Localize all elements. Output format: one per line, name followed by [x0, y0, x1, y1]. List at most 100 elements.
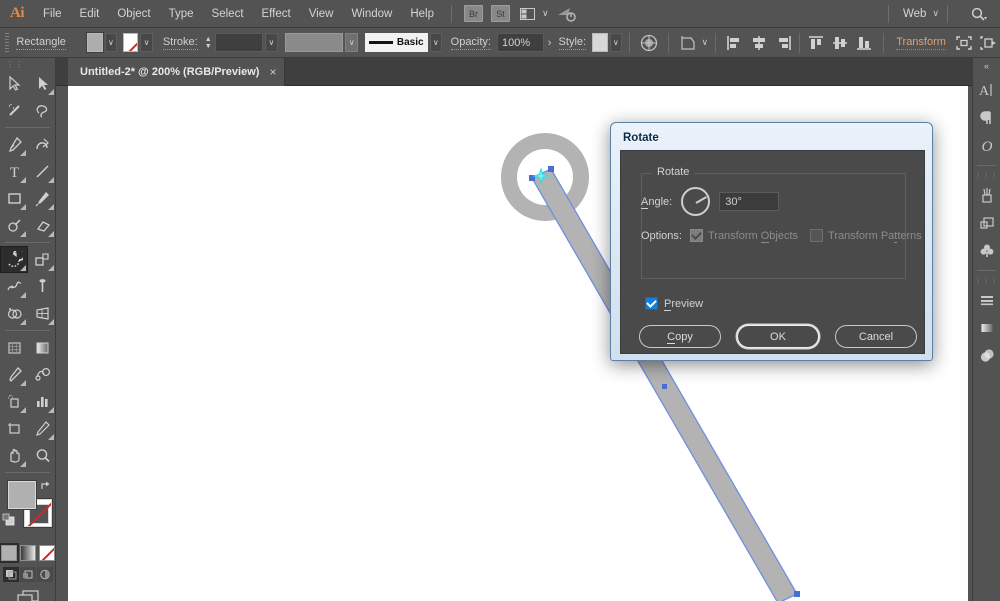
rectangle-tool[interactable]	[0, 185, 28, 212]
search-icon[interactable]	[964, 4, 994, 24]
align-bottom-icon[interactable]	[855, 32, 873, 53]
blend-tool[interactable]	[28, 361, 56, 388]
menu-window[interactable]: Window	[342, 0, 401, 28]
appearance-panel-button[interactable]	[973, 286, 1000, 314]
isolate-selected-icon[interactable]	[955, 32, 973, 53]
character-panel-button[interactable]: A	[973, 76, 1000, 104]
preview-checkbox[interactable]	[645, 297, 658, 310]
opacity-input[interactable]: 100%	[497, 33, 544, 52]
brush-dropdown-button[interactable]: ∨	[430, 33, 443, 52]
lasso-tool[interactable]	[28, 97, 56, 124]
transform-panel-link[interactable]: Transform	[896, 36, 946, 50]
fill-dropdown-button[interactable]: ∨	[105, 33, 118, 52]
hand-tool[interactable]	[0, 442, 28, 469]
draw-inside-button[interactable]	[37, 567, 53, 582]
stroke-weight-dropdown-button[interactable]: ∨	[265, 33, 278, 52]
width-tool[interactable]	[0, 273, 28, 300]
curvature-tool[interactable]	[28, 131, 56, 158]
document-tab[interactable]: Untitled-2* @ 200% (RGB/Preview) ×	[68, 58, 285, 86]
color-mode-button[interactable]	[1, 545, 17, 561]
shape-options-caret-icon[interactable]: ∨	[702, 37, 709, 48]
recolor-artwork-icon[interactable]	[640, 32, 658, 53]
stroke-profile-input[interactable]	[285, 33, 344, 52]
selection-tool[interactable]	[0, 70, 28, 97]
stroke-weight-input[interactable]	[215, 33, 263, 52]
cloud-sync-icon[interactable]	[556, 4, 578, 24]
cancel-button[interactable]: Cancel	[835, 325, 917, 348]
opacity-expand-arrow[interactable]: ›	[548, 37, 552, 49]
menu-effect[interactable]: Effect	[253, 0, 300, 28]
free-transform-tool[interactable]	[28, 273, 56, 300]
none-mode-button[interactable]	[39, 545, 55, 561]
scale-tool[interactable]	[28, 246, 56, 273]
shape-options-icon[interactable]	[679, 32, 697, 53]
stock-button[interactable]: St	[491, 5, 510, 22]
menu-view[interactable]: View	[300, 0, 343, 28]
magic-wand-tool[interactable]	[0, 97, 28, 124]
mesh-tool[interactable]	[0, 334, 28, 361]
pen-tool[interactable]	[0, 131, 28, 158]
copy-button[interactable]: Copy	[639, 325, 721, 348]
menu-object[interactable]: Object	[108, 0, 159, 28]
gradient-tool[interactable]	[28, 334, 56, 361]
align-vertical-center-icon[interactable]	[831, 32, 849, 53]
align-horizontal-center-icon[interactable]	[750, 32, 768, 53]
menu-select[interactable]: Select	[203, 0, 253, 28]
fill-color-box[interactable]	[8, 481, 36, 509]
tools-panel-grip[interactable]: ⋮⋮	[0, 58, 55, 70]
zoom-tool[interactable]	[28, 442, 56, 469]
close-icon[interactable]: ×	[269, 66, 276, 78]
rotate-dialog[interactable]: Rotate Rotate Angle: 30° Options: Transf…	[610, 122, 933, 361]
line-segment-tool[interactable]	[28, 158, 56, 185]
stroke-weight-stepper[interactable]: ▲▼	[204, 33, 213, 53]
slice-tool[interactable]	[28, 415, 56, 442]
menu-edit[interactable]: Edit	[71, 0, 109, 28]
angle-dial[interactable]	[681, 187, 710, 216]
arrange-caret-icon[interactable]: ∨	[542, 8, 549, 19]
direct-selection-tool[interactable]	[28, 70, 56, 97]
default-fill-stroke-icon[interactable]	[2, 513, 17, 533]
graphic-styles-panel-button[interactable]	[973, 237, 1000, 265]
rotate-tool[interactable]	[0, 246, 28, 273]
collapse-panels-button[interactable]: «	[973, 58, 1000, 74]
transparency-panel-button[interactable]	[973, 342, 1000, 370]
workspace-caret-icon[interactable]: ∨	[932, 8, 939, 19]
workspace-label[interactable]: Web	[897, 8, 926, 20]
column-graph-tool[interactable]	[28, 388, 56, 415]
stroke-color-swatch[interactable]	[123, 33, 138, 52]
change-screen-mode-button[interactable]	[15, 589, 41, 601]
brushes-panel-button[interactable]	[973, 181, 1000, 209]
draw-normal-button[interactable]	[3, 567, 19, 582]
perspective-grid-tool[interactable]	[28, 300, 56, 327]
paintbrush-tool[interactable]	[28, 185, 56, 212]
dock-group-grip[interactable]: ⋮⋮⋮	[973, 276, 1000, 286]
align-top-icon[interactable]	[807, 32, 825, 53]
stroke-dropdown-button[interactable]: ∨	[140, 33, 153, 52]
symbol-sprayer-tool[interactable]	[0, 388, 28, 415]
menu-type[interactable]: Type	[160, 0, 203, 28]
menu-file[interactable]: File	[34, 0, 71, 28]
graphic-style-swatch[interactable]	[592, 33, 607, 52]
edit-clipping-path-icon[interactable]	[979, 32, 997, 53]
eraser-tool[interactable]	[28, 212, 56, 239]
align-left-icon[interactable]	[726, 32, 744, 53]
menu-help[interactable]: Help	[401, 0, 443, 28]
align-right-icon[interactable]	[774, 32, 792, 53]
gradient-mode-button[interactable]	[20, 545, 36, 561]
type-tool[interactable]: T	[0, 158, 28, 185]
artboard-tool[interactable]	[0, 415, 28, 442]
paragraph-panel-button[interactable]	[973, 104, 1000, 132]
stroke-profile-dropdown-button[interactable]: ∨	[345, 33, 358, 52]
bridge-button[interactable]: Br	[464, 5, 483, 22]
arrange-documents-icon[interactable]	[516, 4, 538, 24]
angle-input[interactable]: 30°	[719, 192, 779, 211]
eyedropper-tool[interactable]	[0, 361, 28, 388]
dock-group-grip[interactable]: ⋮⋮⋮	[973, 171, 1000, 181]
shaper-tool[interactable]	[0, 212, 28, 239]
symbols-panel-button[interactable]	[973, 209, 1000, 237]
gradient-panel-button[interactable]	[973, 314, 1000, 342]
control-bar-grip[interactable]	[3, 32, 9, 54]
preview-row[interactable]: Preview	[645, 297, 703, 310]
draw-behind-button[interactable]	[20, 567, 36, 582]
brush-definition-preview[interactable]: Basic	[365, 33, 427, 52]
